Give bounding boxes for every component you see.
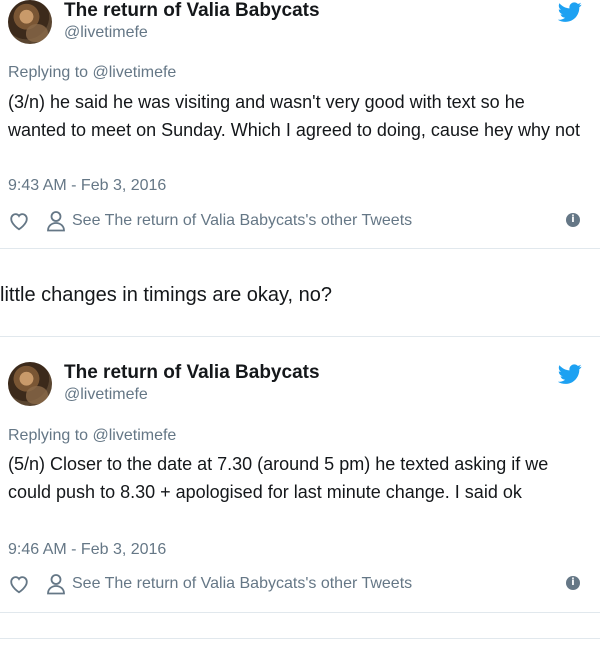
tweet-card[interactable]: The return of Valia Babycats @livetimefe… bbox=[0, 0, 600, 249]
tweet-actions: See The return of Valia Babycats's other… bbox=[0, 571, 600, 599]
divider bbox=[0, 336, 600, 337]
heart-icon[interactable] bbox=[8, 573, 30, 595]
timestamp[interactable]: 9:43 AM - Feb 3, 2016 bbox=[8, 176, 166, 196]
display-name[interactable]: The return of Valia Babycats bbox=[64, 362, 320, 384]
avatar[interactable] bbox=[8, 0, 52, 44]
see-other-tweets-link[interactable]: See The return of Valia Babycats's other… bbox=[72, 574, 412, 594]
user-handle[interactable]: @livetimefe bbox=[64, 385, 148, 405]
twitter-bird-icon[interactable] bbox=[558, 362, 582, 386]
user-handle[interactable]: @livetimefe bbox=[64, 23, 148, 43]
twitter-bird-icon[interactable] bbox=[558, 0, 582, 24]
divider bbox=[0, 248, 600, 249]
replying-to: Replying to @livetimefe bbox=[8, 427, 177, 444]
tweet-header: The return of Valia Babycats @livetimefe bbox=[0, 362, 600, 420]
person-icon[interactable] bbox=[46, 210, 66, 232]
tweet-text: (3/n) he said he was visiting and wasn't… bbox=[8, 92, 581, 140]
caption-text: little changes in timings are okay, no? bbox=[0, 284, 333, 306]
tweet-text: (5/n) Closer to the date at 7.30 (around… bbox=[8, 454, 549, 502]
timestamp[interactable]: 9:46 AM - Feb 3, 2016 bbox=[8, 540, 166, 560]
info-icon[interactable]: i bbox=[566, 213, 580, 227]
divider bbox=[0, 638, 600, 639]
display-name[interactable]: The return of Valia Babycats bbox=[64, 0, 320, 22]
tweet-card[interactable]: The return of Valia Babycats @livetimefe… bbox=[0, 362, 600, 639]
divider bbox=[0, 612, 600, 613]
see-other-tweets-link[interactable]: See The return of Valia Babycats's other… bbox=[72, 211, 412, 231]
person-icon[interactable] bbox=[46, 573, 66, 595]
tweet-header: The return of Valia Babycats @livetimefe bbox=[0, 0, 600, 58]
info-icon[interactable]: i bbox=[566, 576, 580, 590]
avatar[interactable] bbox=[8, 362, 52, 406]
heart-icon[interactable] bbox=[8, 210, 30, 232]
tweet-actions: See The return of Valia Babycats's other… bbox=[0, 208, 600, 236]
replying-to: Replying to @livetimefe bbox=[8, 64, 177, 81]
